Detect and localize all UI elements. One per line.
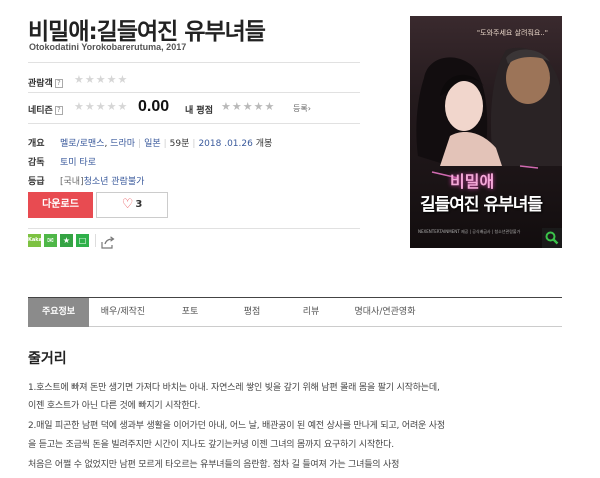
tab-bar: 주요정보 배우/제작진 포토 평점 리뷰 명대사/연관영화: [28, 297, 562, 327]
synopsis-line: 2.매일 피곤한 남편 덕에 생과부 생활을 이어가던 아내, 어느 날, 배관…: [28, 421, 445, 431]
poster-title-line1: 비밀애: [450, 172, 495, 191]
synopsis-line: 을 듣고는 조금씩 돈을 빌려주지만 시간이 지나도 갚기는커녕 이젠 그녀의 …: [28, 440, 394, 450]
director-row: 토미 타로: [60, 155, 96, 168]
synopsis-title: 줄거리: [28, 351, 67, 367]
separator: |: [163, 139, 167, 149]
search-icon: [545, 231, 559, 245]
like-count: 3: [135, 199, 143, 210]
poster-footer: NEXENTERTAINMENT 제공 | 공식배급사 | 청소년관람불가: [418, 229, 521, 234]
audience-rating-label: 관람객?: [28, 76, 63, 89]
tab-quotes-related[interactable]: 명대사/연관영화: [341, 298, 429, 327]
grade-label: 등급: [28, 177, 45, 187]
poster-zoom-button[interactable]: [542, 228, 562, 248]
register-rating-link[interactable]: 등록›: [293, 103, 311, 114]
audience-label-text: 관람객: [28, 79, 53, 89]
divider: [28, 228, 360, 229]
my-rating-stars[interactable]: ★★★★★: [221, 100, 275, 113]
tab-photo[interactable]: 포토: [157, 298, 223, 327]
movie-poster[interactable]: "도와주세요 살려줘요.." 비밀애 길들여진 유부녀들 NEXENTERTAI…: [410, 16, 562, 248]
favorite-share-icon[interactable]: ★: [60, 234, 73, 247]
separator: |: [138, 139, 142, 149]
overview-row: 멜로/로맨스, 드라마 | 일본 | 59분 | 2018 .01.26 개봉: [60, 136, 272, 149]
kakaotalk-share-icon[interactable]: Kakao: [28, 234, 45, 247]
divider: [28, 123, 360, 124]
like-button[interactable]: ♡ 3: [96, 192, 168, 218]
movie-title: 비밀애:길들여진 유부녀들: [28, 19, 266, 45]
poster-title-line2: 길들여진 유부녀들: [420, 195, 543, 215]
genre-link[interactable]: 드라마: [110, 139, 135, 149]
divider: [28, 62, 360, 63]
synopsis-line: 처음은 어쩔 수 없었지만 남편 모르게 타오르는 유부녀들의 음란함. 점차 …: [28, 460, 400, 470]
grade-link[interactable]: 청소년 관람불가: [84, 177, 145, 187]
tab-cast-crew[interactable]: 배우/제작진: [89, 298, 157, 327]
audience-stars: ★★★★★: [74, 73, 129, 86]
divider: [28, 92, 360, 93]
grade-row: [국내]청소년 관람불가: [60, 174, 144, 187]
overview-label: 개요: [28, 139, 45, 149]
poster-quote: "도와주세요 살려줘요..": [476, 29, 548, 37]
band-share-icon[interactable]: □: [76, 234, 89, 247]
netizen-score: 0.00: [138, 98, 170, 115]
release-date-link[interactable]: 2018 .01.26: [198, 139, 252, 149]
netizen-rating-label: 네티즌?: [28, 103, 63, 116]
share-icon[interactable]: [101, 234, 115, 253]
movie-original-title: Otokodatini Yorokobarerutuma, 2017: [29, 42, 187, 52]
chevron-right-icon: ›: [307, 104, 311, 113]
netizen-stars: ★★★★★: [74, 100, 129, 113]
register-label: 등록: [293, 104, 308, 113]
divider: [95, 234, 96, 247]
separator: |: [192, 139, 196, 149]
synopsis-line: 이젠 호스트가 아닌 다른 것에 빠지기 시작한다.: [28, 401, 201, 411]
netizen-label-text: 네티즌: [28, 106, 53, 116]
director-link[interactable]: 토미 타로: [60, 158, 96, 168]
tab-main-info[interactable]: 주요정보: [28, 298, 89, 327]
help-icon[interactable]: ?: [54, 79, 63, 88]
tab-review[interactable]: 리뷰: [281, 298, 341, 327]
genre-link[interactable]: 멜로/로맨스: [60, 139, 104, 149]
synopsis-line: 1.호스트에 빠져 돈만 생기면 가져다 바치는 아내. 자연스레 쌓인 빚을 …: [28, 383, 440, 393]
message-share-icon[interactable]: ✉: [44, 234, 57, 247]
country-link[interactable]: 일본: [144, 139, 161, 149]
grade-prefix: [국내]: [60, 177, 84, 187]
heart-icon: ♡: [121, 197, 134, 212]
help-icon[interactable]: ?: [54, 106, 63, 115]
download-button[interactable]: 다운로드: [28, 192, 93, 218]
tab-rating[interactable]: 평점: [223, 298, 281, 327]
share-bar: Kakao ✉ ★ □: [28, 234, 115, 249]
release-suffix: 개봉: [255, 139, 273, 149]
director-label: 감독: [28, 158, 45, 168]
my-rating-label: 내 평점: [185, 106, 213, 116]
runtime: 59분: [169, 139, 190, 149]
